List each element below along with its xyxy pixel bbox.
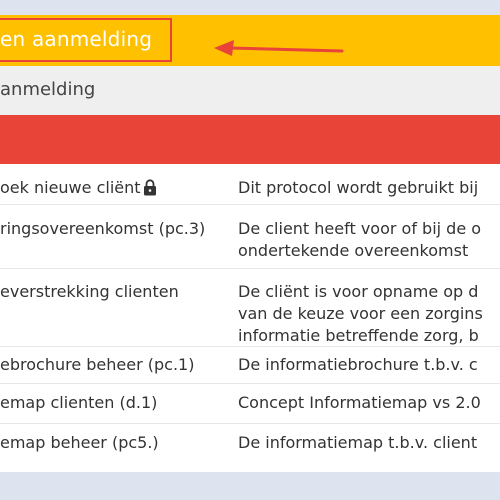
section-header-yellow: en aanmelding	[0, 15, 500, 66]
annotation-highlight-box	[0, 18, 172, 62]
row-description-cell: Concept Informatiemap vs 2.0	[238, 393, 481, 412]
subheader-gray: anmelding	[0, 66, 500, 115]
annotation-arrow-icon	[214, 40, 344, 56]
row-description-cell: De cliënt is voor opname op d van de keu…	[238, 282, 483, 345]
row-name-cell[interactable]: oek nieuwe cliënt	[0, 177, 157, 202]
bottom-background-strip	[0, 472, 500, 500]
row-description-cell: De informatiebrochure t.b.v. c	[238, 355, 478, 374]
table-row[interactable]: emap clienten (d.1) Concept Informatiema…	[0, 384, 500, 426]
protocol-table: oek nieuwe cliënt Dit protocol wordt geb…	[0, 164, 500, 472]
row-name-cell[interactable]: ebrochure beheer (pc.1)	[0, 354, 194, 376]
table-row[interactable]: everstrekking clienten De cliënt is voor…	[0, 269, 500, 355]
row-name-cell[interactable]: everstrekking clienten	[0, 281, 179, 303]
row-name-label[interactable]: oek nieuwe cliënt	[0, 178, 141, 197]
row-description-cell: Dit protocol wordt gebruikt bij	[238, 178, 479, 197]
row-name-cell[interactable]: emap clienten (d.1)	[0, 392, 157, 414]
subheader-title: anmelding	[0, 79, 96, 100]
table-row[interactable]: oek nieuwe cliënt Dit protocol wordt geb…	[0, 164, 500, 199]
row-name-cell[interactable]: emap beheer (pc5.)	[0, 432, 159, 454]
lock-icon	[143, 179, 157, 202]
row-description-cell: De informatiemap t.b.v. client	[238, 433, 478, 452]
table-row[interactable]: emap beheer (pc5.) De informatiemap t.b.…	[0, 424, 500, 470]
row-description-cell: De client heeft voor of bij de o onderte…	[238, 219, 482, 260]
table-header-red	[0, 115, 500, 164]
top-background-strip	[0, 0, 500, 15]
row-name-cell[interactable]: ringsovereenkomst (pc.3)	[0, 218, 205, 240]
table-row[interactable]: ringsovereenkomst (pc.3) De client heeft…	[0, 205, 500, 269]
